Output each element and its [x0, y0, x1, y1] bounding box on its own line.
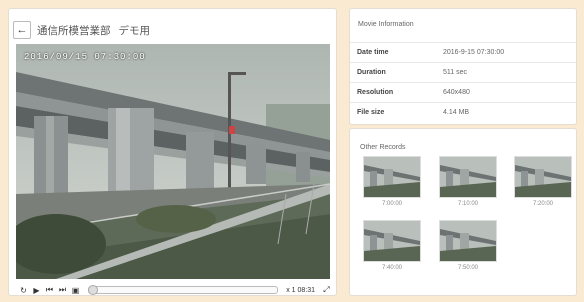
other-records-panel: Other Records 7:00:00 7:10:00 7:20:00 7:… [349, 128, 577, 296]
movie-information-table: Date time 2016-9-15 07:30:00 Duration 51… [350, 42, 576, 122]
back-button[interactable]: ← [13, 21, 31, 39]
record-thumbnail[interactable]: 7:10:00 [439, 156, 497, 207]
thumbnail-image [514, 156, 572, 198]
record-thumbnail[interactable]: 7:00:00 [363, 156, 421, 207]
info-label: Resolution [350, 82, 443, 103]
play-icon[interactable]: ▶ [30, 286, 43, 295]
skip-back-icon[interactable]: ⏮ [43, 285, 56, 295]
snapshot-icon[interactable]: ▣ [69, 286, 82, 295]
fullscreen-icon[interactable]: ⤢ [320, 285, 333, 295]
record-thumbnail[interactable]: 7:20:00 [514, 156, 572, 207]
record-time: 7:10:00 [457, 201, 479, 207]
player-header: ← 通信所模営業部 デモ用 [13, 21, 151, 39]
record-thumbnail[interactable]: 7:50:00 [439, 220, 497, 271]
table-row: Date time 2016-9-15 07:30:00 [350, 42, 576, 63]
camera-name: 通信所模営業部 [37, 24, 111, 37]
mode-label: デモ用 [118, 24, 151, 37]
info-label: Duration [350, 62, 443, 83]
record-time: 7:20:00 [532, 201, 554, 207]
thumbnail-image [363, 156, 421, 198]
table-row: Resolution 640x480 [350, 82, 576, 103]
player-controls: ↻ ▶ ⏮ ⏭ ▣ x 1 08:31 ⤢ [17, 284, 333, 296]
movie-information-panel: Movie Information Date time 2016-9-15 07… [349, 8, 577, 125]
info-value: 511 sec [443, 62, 576, 83]
thumbnail-image [439, 156, 497, 198]
record-time: 7:50:00 [457, 265, 479, 271]
info-value: 640x480 [443, 82, 576, 103]
video-player-panel: ← 通信所模営業部 デモ用 2016/09/15 07:30:00 ↻ ▶ ⏮ … [8, 8, 337, 296]
thumbnail-image [439, 220, 497, 262]
movie-information-title: Movie Information [358, 21, 414, 28]
seek-handle[interactable] [88, 285, 98, 295]
table-row: File size 4.14 MB [350, 102, 576, 122]
thumbnail-image [363, 220, 421, 262]
record-thumbnail[interactable]: 7:40:00 [363, 220, 421, 271]
table-row: Duration 511 sec [350, 62, 576, 83]
info-label: File size [350, 102, 443, 122]
playback-time: x 1 08:31 [286, 286, 315, 294]
video-timestamp-overlay: 2016/09/15 07:30:00 [24, 52, 146, 62]
refresh-icon[interactable]: ↻ [17, 286, 30, 295]
record-time: 7:00:00 [381, 201, 403, 207]
info-value: 4.14 MB [443, 102, 576, 122]
info-value: 2016-9-15 07:30:00 [443, 42, 576, 63]
skip-forward-icon[interactable]: ⏭ [56, 285, 69, 295]
record-time: 7:40:00 [381, 265, 403, 271]
seek-bar[interactable] [88, 285, 279, 295]
video-image [16, 44, 330, 279]
arrow-left-icon: ← [16, 24, 28, 36]
info-label: Date time [350, 42, 443, 63]
video-frame[interactable]: 2016/09/15 07:30:00 [16, 44, 330, 279]
other-records-title: Other Records [360, 144, 406, 151]
